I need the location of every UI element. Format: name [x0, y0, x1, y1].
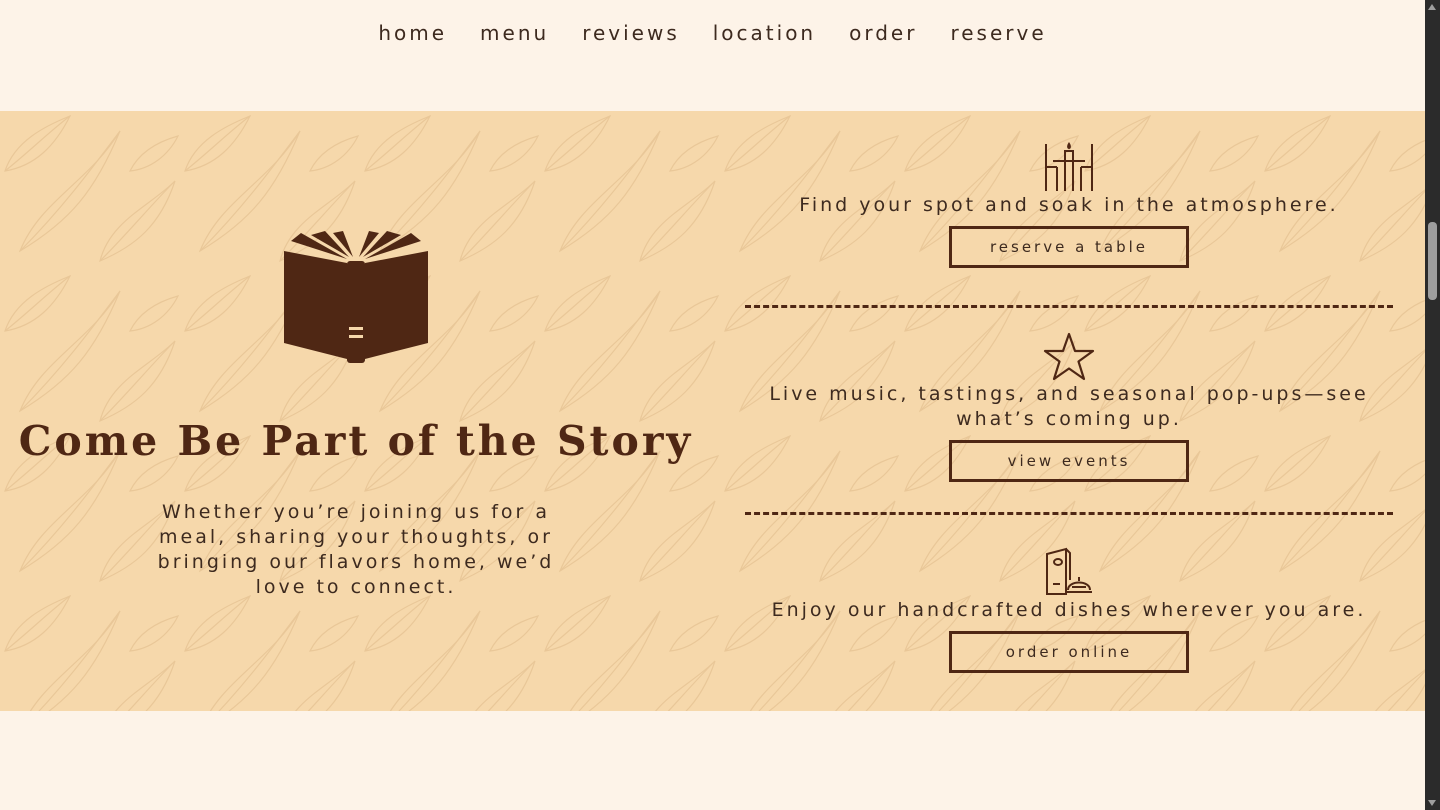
section-divider	[745, 512, 1393, 515]
feature-events: Live music, tastings, and seasonal pop-u…	[745, 332, 1393, 482]
scrollbar-thumb[interactable]	[1428, 222, 1437, 300]
feature-reserve-text: Find your spot and soak in the atmospher…	[799, 194, 1339, 216]
scroll-up-arrow-icon[interactable]	[1428, 4, 1436, 10]
star-icon	[1043, 332, 1095, 381]
nav-link-location[interactable]: location	[713, 18, 816, 48]
open-book-icon	[284, 231, 428, 363]
nav-link-reviews[interactable]: reviews	[582, 18, 680, 48]
menu-cloche-icon	[1046, 547, 1092, 595]
nav-links: home menu reviews location order reserve	[0, 18, 1425, 48]
section-divider	[745, 305, 1393, 308]
page-title: Come Be Part of the Story	[18, 417, 694, 465]
intro-text: Whether you’re joining us for a meal, sh…	[157, 501, 555, 598]
hero-section: Come Be Part of the Story Whether you’re…	[0, 111, 1425, 711]
nav-link-reserve[interactable]: reserve	[950, 18, 1046, 48]
nav-link-home[interactable]: home	[378, 18, 447, 48]
actions-column: Find your spot and soak in the atmospher…	[745, 111, 1393, 711]
feature-reserve: Find your spot and soak in the atmospher…	[745, 141, 1393, 268]
feature-events-text: Live music, tastings, and seasonal pop-u…	[769, 383, 1369, 430]
candle-table-icon	[1045, 142, 1093, 191]
story-column: Come Be Part of the Story Whether you’re…	[0, 111, 712, 711]
reserve-table-button[interactable]: reserve a table	[949, 226, 1189, 268]
nav-link-order[interactable]: order	[849, 18, 917, 48]
top-nav: home menu reviews location order reserve	[0, 0, 1425, 111]
view-events-button[interactable]: view events	[949, 440, 1189, 482]
page-scrollbar[interactable]	[1425, 0, 1440, 810]
nav-link-menu[interactable]: menu	[480, 18, 549, 48]
feature-order-text: Enjoy our handcrafted dishes wherever yo…	[771, 599, 1367, 621]
feature-order: Enjoy our handcrafted dishes wherever yo…	[745, 546, 1393, 673]
order-online-button[interactable]: order online	[949, 631, 1189, 673]
scroll-down-arrow-icon[interactable]	[1428, 800, 1436, 806]
